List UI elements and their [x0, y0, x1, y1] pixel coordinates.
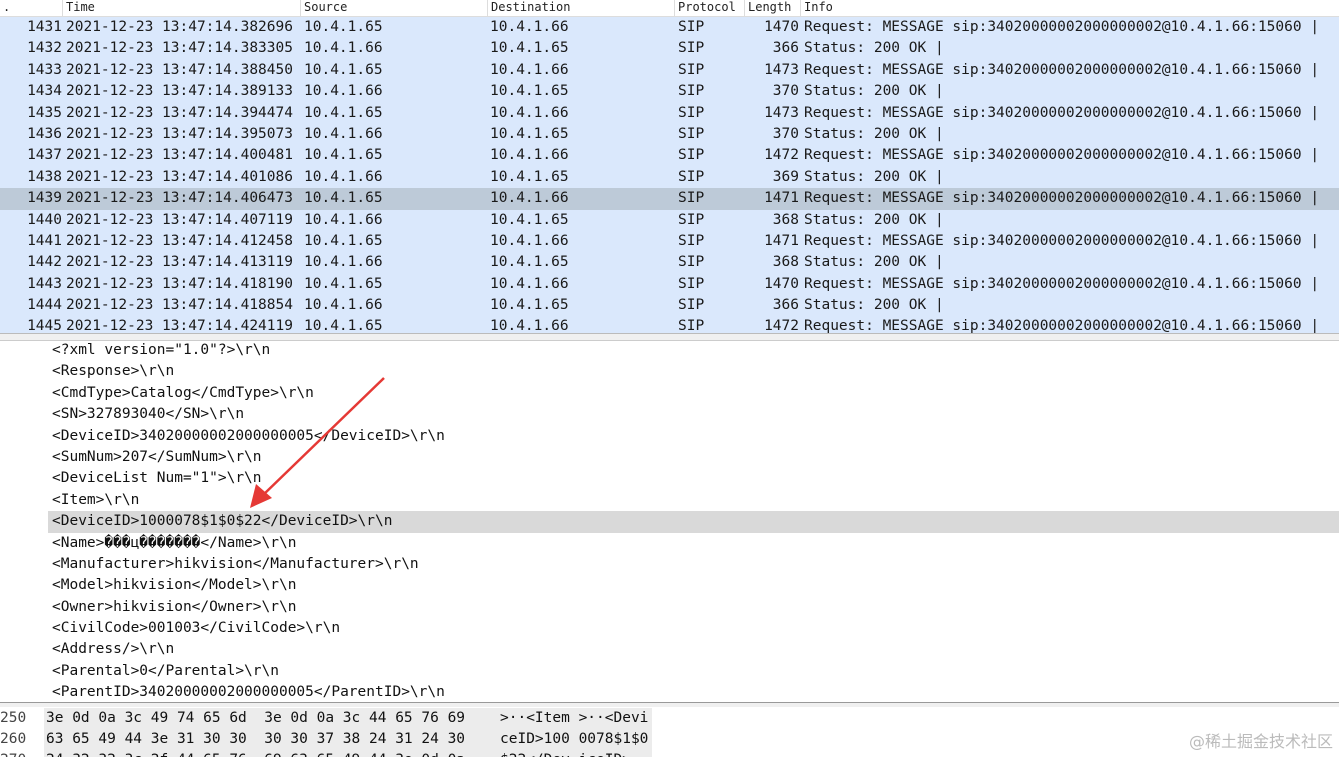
- annotation-arrow-icon: [250, 377, 385, 508]
